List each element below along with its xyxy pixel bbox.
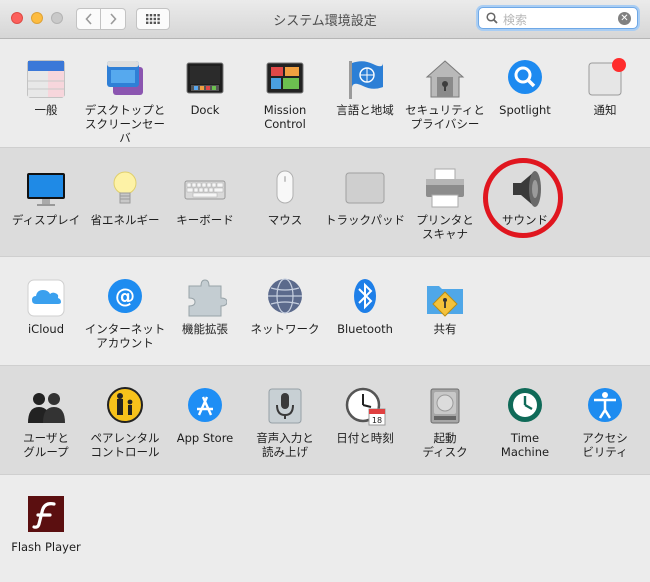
pane-spotlight-label: Spotlight [499,103,551,117]
accessibility-icon [583,385,627,429]
pane-printers[interactable]: プリンタと スキャナ [403,167,487,241]
general-icon [24,57,68,101]
flag-icon [343,57,387,101]
pane-keyboard[interactable]: キーボード [163,167,247,227]
pane-network-label: ネットワーク [250,322,320,336]
clear-search-icon[interactable]: ✕ [618,12,631,25]
pane-general-label: 一般 [34,103,58,117]
pane-dock-label: Dock [190,103,220,117]
pane-trackpad-label: トラックパッド [325,213,405,227]
sharing-icon [423,276,467,320]
pane-sharing-label: 共有 [433,322,457,336]
pane-desktop-label: デスクトップと スクリーンセーバ [84,103,166,145]
pane-flash-player[interactable]: Flash Player [4,494,88,554]
pane-network[interactable]: ネットワーク [243,276,327,336]
time-machine-icon [503,385,547,429]
pane-flash-player-label: Flash Player [11,540,81,554]
pane-display-label: ディスプレイ [11,213,81,227]
security-icon [423,57,467,101]
pane-time-machine-label: Time Machine [500,431,550,459]
icloud-icon [24,276,68,320]
lightbulb-icon [103,167,147,211]
notifications-icon [583,57,627,101]
pane-time-machine[interactable]: Time Machine [483,385,567,459]
pane-startup-disk-label: 起動 ディスク [422,431,468,459]
pane-mission-control[interactable]: Mission Control [243,57,327,131]
pane-security[interactable]: セキュリティと プライバシー [403,57,487,131]
pane-date-time[interactable]: 18 日付と時刻 [323,385,407,445]
pane-mouse[interactable]: マウス [243,167,327,227]
pane-dock[interactable]: Dock [163,57,247,117]
pane-energy[interactable]: 省エネルギー [83,167,167,227]
pane-users-groups-label: ユーザと グループ [23,431,69,459]
calendar-day-text: 18 [372,416,382,425]
pane-parental-controls[interactable]: ペアレンタル コントロール [83,385,167,459]
pane-security-label: セキュリティと プライバシー [405,103,485,131]
pane-date-time-label: 日付と時刻 [336,431,394,445]
search-placeholder: 検索 [503,13,528,27]
pane-internet-accounts-label: インターネット アカウント [84,322,166,350]
pane-bluetooth[interactable]: Bluetooth [323,276,407,336]
svg-text:@: @ [115,284,135,308]
display-icon [24,167,68,211]
toolbar: システム環境設定 検索 ✕ [0,0,650,39]
system-preferences-window: システム環境設定 検索 ✕ 一般 デスクトップと スクリーンセーバ Dock M… [0,0,650,582]
flash-icon [24,494,68,538]
disk-icon [423,385,467,429]
pane-extensions-label: 機能拡張 [182,322,228,336]
search-field[interactable]: 検索 ✕ [478,7,638,29]
pane-accessibility[interactable]: アクセシ ビリティ [563,385,647,459]
pane-language-region-label: 言語と地域 [336,103,394,117]
pane-notifications[interactable]: 通知 [563,57,647,117]
extensions-icon [183,276,228,320]
pane-icloud[interactable]: iCloud [4,276,88,336]
pane-parental-controls-label: ペアレンタル コントロール [90,431,160,459]
desktop-icon [103,57,147,101]
search-icon [486,12,498,24]
appstore-icon [183,385,227,429]
row-other [0,475,650,582]
pane-trackpad[interactable]: トラックパッド [323,167,407,227]
pane-desktop[interactable]: デスクトップと スクリーンセーバ [83,57,167,145]
pane-language-region[interactable]: 言語と地域 [323,57,407,117]
pane-general[interactable]: 一般 [4,57,88,117]
pane-startup-disk[interactable]: 起動 ディスク [403,385,487,459]
pane-app-store-label: App Store [176,431,234,445]
pane-dictation-speech[interactable]: 音声入力と 読み上げ [243,385,327,459]
pane-dictation-speech-label: 音声入力と 読み上げ [256,431,314,459]
trackpad-icon [343,167,387,211]
internet-accounts-icon: @ [103,276,147,320]
pane-printers-label: プリンタと スキャナ [416,213,474,241]
microphone-icon [263,385,307,429]
pane-spotlight[interactable]: Spotlight [483,57,567,117]
pane-notifications-label: 通知 [593,103,617,117]
keyboard-icon [183,167,227,211]
pane-keyboard-label: キーボード [176,213,234,227]
pane-bluetooth-label: Bluetooth [337,322,393,336]
pane-display[interactable]: ディスプレイ [4,167,88,227]
mission-control-icon [263,57,307,101]
pane-extensions[interactable]: 機能拡張 [163,276,247,336]
users-icon [24,385,68,429]
pane-users-groups[interactable]: ユーザと グループ [4,385,88,459]
pane-energy-label: 省エネルギー [90,213,160,227]
pane-internet-accounts[interactable]: @ インターネット アカウント [83,276,167,350]
dock-icon [183,57,227,101]
pane-app-store[interactable]: App Store [163,385,247,445]
mouse-icon [263,167,307,211]
printer-icon [423,167,467,211]
spotlight-icon [503,57,547,101]
network-icon [263,276,307,320]
sound-highlight-circle [483,158,563,238]
clock-icon: 18 [343,385,387,429]
pane-icloud-label: iCloud [27,322,65,336]
pane-accessibility-label: アクセシ ビリティ [582,431,628,459]
parental-icon [103,385,147,429]
pane-mission-control-label: Mission Control [263,103,307,131]
pane-sharing[interactable]: 共有 [403,276,487,336]
pane-mouse-label: マウス [267,213,303,227]
bluetooth-icon [343,276,387,320]
